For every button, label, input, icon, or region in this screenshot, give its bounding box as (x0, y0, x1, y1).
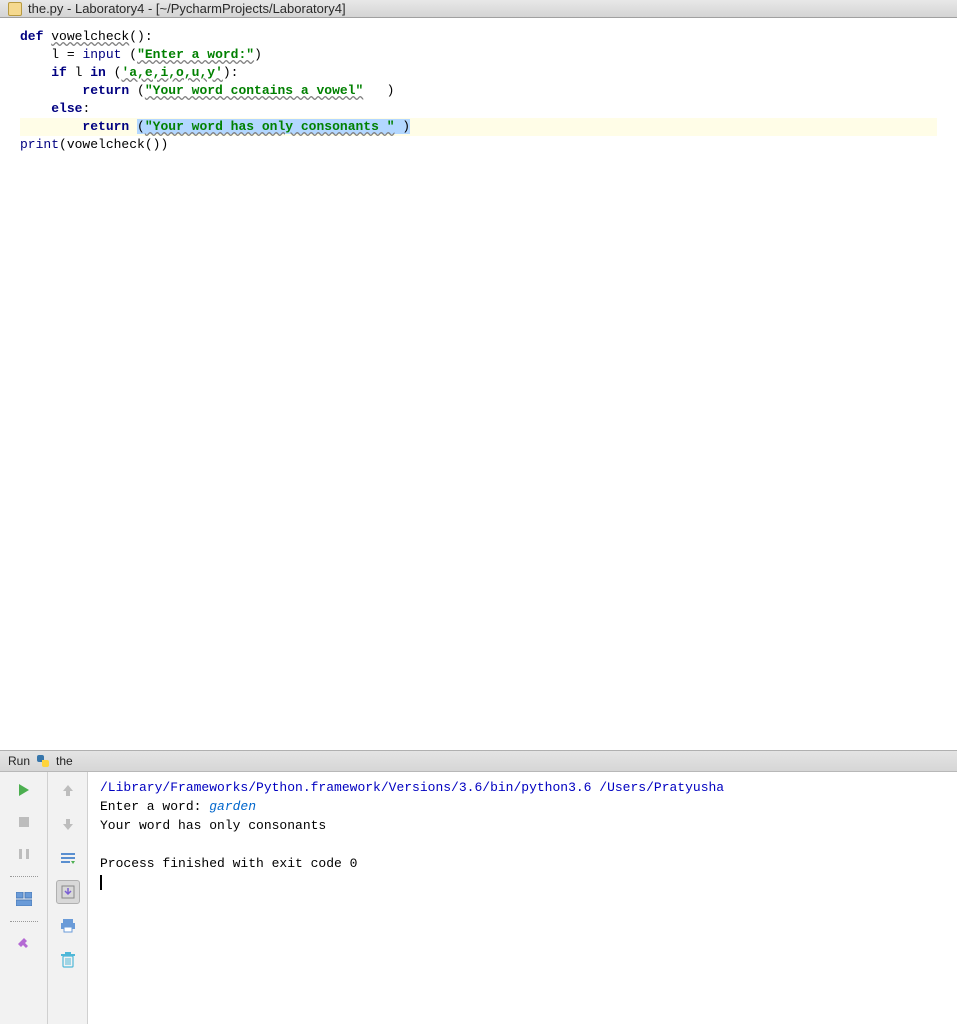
console-cursor (100, 875, 102, 890)
layout-button[interactable] (12, 887, 36, 911)
window-title: the.py - Laboratory4 - [~/PycharmProject… (28, 1, 346, 16)
console-program-output: Your word has only consonants (100, 818, 334, 833)
scroll-down-button[interactable] (56, 812, 80, 836)
soft-wrap-button[interactable] (56, 846, 80, 870)
console-exit-line: Process finished with exit code 0 (100, 856, 357, 871)
run-config-name: the (56, 754, 73, 768)
app-icon (8, 2, 22, 16)
code-line-1: def vowelcheck(): (20, 29, 153, 44)
run-gutter-primary (0, 772, 48, 1024)
console-prompt: Enter a word: garden (100, 799, 256, 814)
run-tool-window: /Library/Frameworks/Python.framework/Ver… (0, 772, 957, 1024)
gutter-separator (10, 876, 38, 877)
pin-button[interactable] (12, 932, 36, 956)
stop-button[interactable] (12, 810, 36, 834)
interpreter-path: /Library/Frameworks/Python.framework/Ver… (100, 780, 724, 795)
scroll-to-end-button[interactable] (56, 880, 80, 904)
python-icon (36, 754, 50, 768)
rerun-button[interactable] (12, 778, 36, 802)
console-output[interactable]: /Library/Frameworks/Python.framework/Ver… (88, 772, 957, 1024)
run-gutter-secondary (48, 772, 88, 1024)
code-line-4: return ("Your word contains a vowel" ) (20, 83, 395, 98)
code-line-5: else: (20, 101, 90, 116)
scroll-up-button[interactable] (56, 778, 80, 802)
code-line-6-current: return ("Your word has only consonants "… (20, 118, 937, 136)
clear-button[interactable] (56, 948, 80, 972)
code-line-3: if l in ('a,e,i,o,u,y'): (20, 65, 238, 80)
run-panel-label: Run (8, 754, 30, 768)
code-editor[interactable]: def vowelcheck(): l = input ("Enter a wo… (0, 18, 957, 750)
run-panel-header[interactable]: Run the (0, 750, 957, 772)
code-line-7: print(vowelcheck()) (20, 137, 168, 152)
window-titlebar: the.py - Laboratory4 - [~/PycharmProject… (0, 0, 957, 18)
code-line-2: l = input ("Enter a word:") (20, 47, 262, 62)
gutter-separator-2 (10, 921, 38, 922)
print-button[interactable] (56, 914, 80, 938)
pause-button[interactable] (12, 842, 36, 866)
